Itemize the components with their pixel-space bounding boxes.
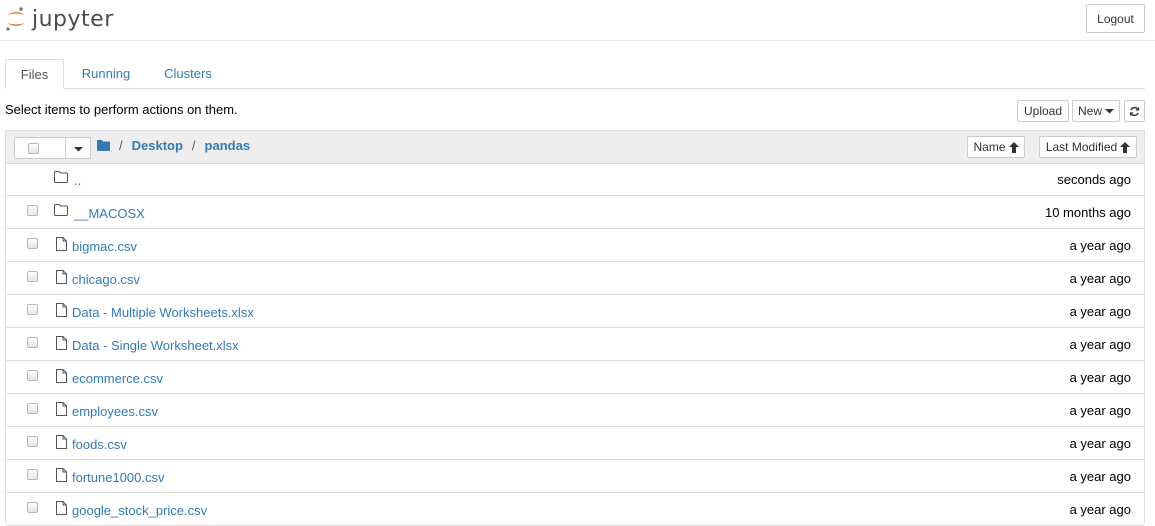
item-modified-time: a year ago bbox=[1069, 436, 1131, 451]
item-modified-time: a year ago bbox=[1069, 238, 1131, 253]
item-modified-time: a year ago bbox=[1069, 502, 1131, 517]
breadcrumb-separator: / bbox=[191, 138, 196, 153]
new-label: New bbox=[1077, 104, 1102, 118]
item-modified-time: a year ago bbox=[1069, 370, 1131, 385]
sort-by-last-modified-button[interactable]: Last Modified bbox=[1039, 136, 1137, 158]
file-icon bbox=[56, 402, 67, 419]
row-checkbox[interactable] bbox=[27, 337, 38, 348]
logo-text: jupyter bbox=[32, 6, 114, 32]
folder-icon bbox=[54, 204, 68, 219]
file-row[interactable]: Data - Multiple Worksheets.xlsx a year ag… bbox=[6, 295, 1144, 328]
file-icon bbox=[56, 237, 67, 254]
item-name-link[interactable]: foods.csv bbox=[72, 437, 127, 452]
logout-button[interactable]: Logout bbox=[1086, 4, 1145, 33]
item-modified-time: a year ago bbox=[1069, 337, 1131, 352]
item-name-link[interactable]: Data - Multiple Worksheets.xlsx bbox=[72, 305, 254, 320]
file-row[interactable]: bigmac.csv a year ago bbox=[6, 229, 1144, 262]
item-name-link[interactable]: .. bbox=[74, 173, 81, 188]
select-divider bbox=[65, 138, 66, 158]
item-name-link[interactable]: chicago.csv bbox=[72, 272, 140, 287]
row-checkbox[interactable] bbox=[27, 370, 38, 381]
tab-running[interactable]: Running bbox=[70, 59, 142, 88]
header-bar: jupyter Logout bbox=[0, 0, 1155, 41]
item-name-link[interactable]: __MACOSX bbox=[74, 206, 145, 221]
file-icon bbox=[56, 270, 67, 287]
item-name-link[interactable]: fortune1000.csv bbox=[72, 470, 165, 485]
row-checkbox[interactable] bbox=[27, 469, 38, 480]
row-checkbox[interactable] bbox=[27, 403, 38, 414]
file-icon bbox=[56, 303, 67, 320]
file-row[interactable]: foods.csv a year ago bbox=[6, 427, 1144, 460]
file-icon bbox=[56, 369, 67, 386]
breadcrumb-desktop[interactable]: Desktop bbox=[132, 138, 183, 153]
item-modified-time: 10 months ago bbox=[1044, 205, 1131, 220]
caret-down-icon[interactable] bbox=[74, 146, 83, 152]
item-modified-time: a year ago bbox=[1069, 469, 1131, 484]
item-modified-time: a year ago bbox=[1069, 304, 1131, 319]
file-row[interactable]: fortune1000.csv a year ago bbox=[6, 460, 1144, 493]
file-icon bbox=[56, 435, 67, 452]
refresh-icon bbox=[1129, 106, 1140, 116]
caret-down-icon bbox=[1105, 109, 1114, 114]
folder-icon[interactable] bbox=[97, 140, 110, 151]
item-modified-time: seconds ago bbox=[1057, 172, 1131, 187]
arrow-up-icon bbox=[1008, 141, 1019, 153]
file-list-header: / Desktop / pandas Name Last Modified bbox=[6, 131, 1144, 164]
refresh-button[interactable] bbox=[1124, 100, 1145, 122]
item-name-link[interactable]: employees.csv bbox=[72, 404, 158, 419]
arrow-up-icon bbox=[1120, 141, 1131, 153]
item-name-link[interactable]: ecommerce.csv bbox=[72, 371, 163, 386]
tab-clusters[interactable]: Clusters bbox=[151, 59, 225, 88]
row-checkbox[interactable] bbox=[27, 436, 38, 447]
file-icon bbox=[56, 336, 67, 353]
file-list: / Desktop / pandas Name Last Modified ..… bbox=[5, 130, 1145, 526]
jupyter-logo-icon bbox=[6, 7, 25, 31]
sort-name-label: Name bbox=[973, 140, 1006, 154]
tab-bar: Files Running Clusters bbox=[5, 59, 1145, 89]
file-row[interactable]: ecommerce.csv a year ago bbox=[6, 361, 1144, 394]
file-row[interactable]: Data - Single Worksheet.xlsx a year ago bbox=[6, 328, 1144, 361]
breadcrumb-pandas[interactable]: pandas bbox=[205, 138, 251, 153]
row-checkbox[interactable] bbox=[27, 502, 38, 513]
row-checkbox[interactable] bbox=[27, 205, 38, 216]
file-icon bbox=[56, 501, 67, 518]
sort-by-name-button[interactable]: Name bbox=[967, 136, 1025, 158]
file-row[interactable]: chicago.csv a year ago bbox=[6, 262, 1144, 295]
select-all-checkbox[interactable] bbox=[28, 143, 39, 154]
row-checkbox[interactable] bbox=[27, 271, 38, 282]
sort-modified-label: Last Modified bbox=[1045, 140, 1118, 154]
new-dropdown-button[interactable]: New bbox=[1072, 100, 1120, 122]
row-checkbox[interactable] bbox=[27, 238, 38, 249]
instructions-text: Select items to perform actions on them. bbox=[5, 102, 238, 117]
item-name-link[interactable]: Data - Single Worksheet.xlsx bbox=[72, 338, 239, 353]
tab-files[interactable]: Files bbox=[5, 59, 64, 89]
folder-icon bbox=[54, 171, 68, 186]
folder-row[interactable]: .. seconds ago bbox=[6, 163, 1144, 196]
item-modified-time: a year ago bbox=[1069, 271, 1131, 286]
breadcrumb: / Desktop / pandas bbox=[97, 138, 250, 153]
breadcrumb-separator: / bbox=[119, 138, 123, 153]
item-modified-time: a year ago bbox=[1069, 403, 1131, 418]
folder-row[interactable]: __MACOSX 10 months ago bbox=[6, 196, 1144, 229]
upload-button[interactable]: Upload bbox=[1017, 100, 1069, 122]
select-all-dropdown[interactable] bbox=[14, 137, 91, 159]
jupyter-logo[interactable]: jupyter bbox=[5, 4, 114, 34]
item-name-link[interactable]: google_stock_price.csv bbox=[72, 503, 207, 518]
file-icon bbox=[56, 468, 67, 485]
item-name-link[interactable]: bigmac.csv bbox=[72, 239, 137, 254]
file-row[interactable]: employees.csv a year ago bbox=[6, 394, 1144, 427]
row-checkbox[interactable] bbox=[27, 304, 38, 315]
file-row[interactable]: google_stock_price.csv a year ago bbox=[6, 493, 1144, 526]
